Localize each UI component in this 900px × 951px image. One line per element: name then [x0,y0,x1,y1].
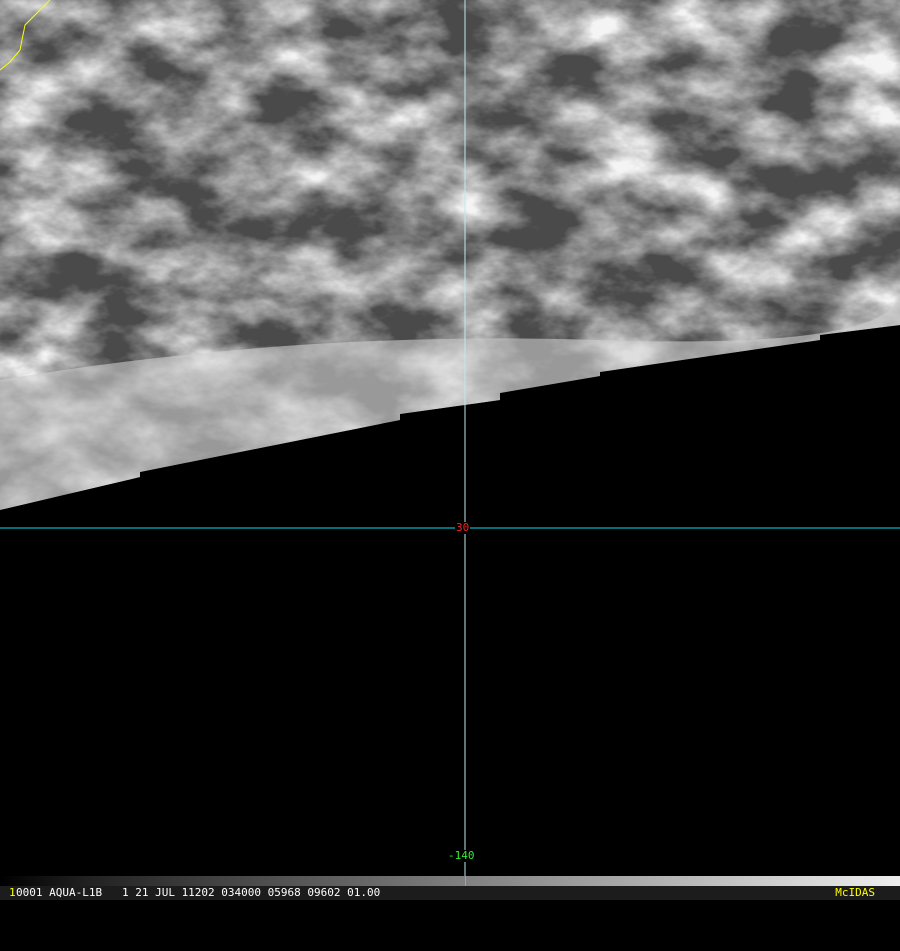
satellite-imagery [0,0,900,876]
satellite-image-frame: 30 -140 1 0001 AQUA-L1B 1 21 JUL 11202 0… [0,0,900,900]
grayscale-colorbar [0,876,900,886]
mcidas-brand: McIDAS [835,886,875,899]
longitude-label: -140 [447,849,476,862]
colorbar-marker [465,876,466,886]
frame-number: 1 [9,886,16,899]
latitude-label: 30 [455,521,471,534]
status-bar: 1 0001 AQUA-L1B 1 21 JUL 11202 034000 05… [0,886,900,900]
image-metadata: 0001 AQUA-L1B 1 21 JUL 11202 034000 0596… [16,886,381,899]
